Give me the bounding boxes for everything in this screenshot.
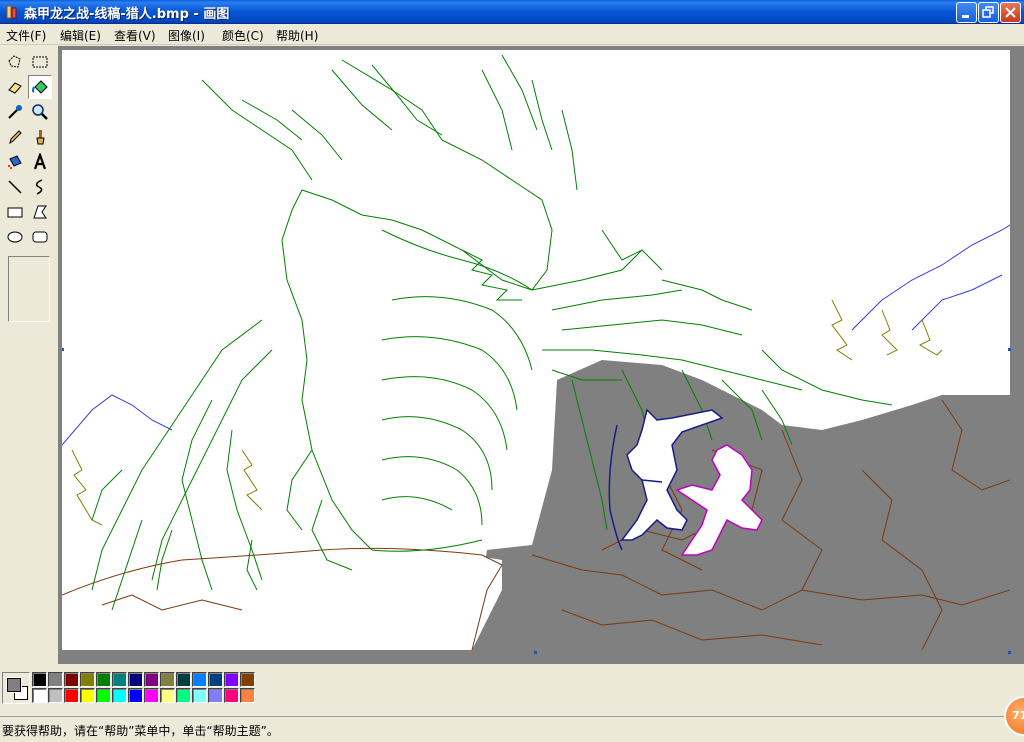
palette-swatch[interactable] — [160, 672, 175, 687]
foreground-color — [7, 678, 21, 692]
palette-swatch[interactable] — [128, 672, 143, 687]
palette-swatch[interactable] — [240, 688, 255, 703]
polygon-icon — [33, 205, 47, 219]
tool-curve[interactable] — [28, 175, 52, 199]
pencil-icon — [9, 130, 22, 145]
palette-swatch[interactable] — [208, 688, 223, 703]
ellipse-icon — [7, 231, 23, 243]
tool-free-form-select[interactable] — [3, 50, 27, 74]
tool-ellipse[interactable] — [3, 225, 27, 249]
status-text: 要获得帮助，请在“帮助”菜单中，单击“帮助主题”。 — [2, 724, 279, 738]
tool-line[interactable] — [3, 175, 27, 199]
fill-bucket-icon — [32, 80, 48, 94]
tool-pencil[interactable] — [3, 125, 27, 149]
menu-edit[interactable]: 编辑(E) — [60, 27, 101, 44]
close-icon — [1005, 7, 1016, 18]
tray-badge-label: 71 — [1012, 709, 1024, 722]
tool-rectangle[interactable] — [3, 200, 27, 224]
close-button[interactable] — [1000, 2, 1021, 23]
tool-text[interactable] — [28, 150, 52, 174]
palette-swatch[interactable] — [192, 688, 207, 703]
rounded-rect-icon — [32, 231, 48, 243]
text-tool-icon — [33, 153, 47, 170]
minimize-icon — [962, 15, 969, 18]
tool-eraser[interactable] — [3, 75, 27, 99]
window-title: 森甲龙之战-线稿-猎人.bmp - 画图 — [24, 7, 230, 22]
palette-swatch[interactable] — [160, 688, 175, 703]
palette-swatch[interactable] — [208, 672, 223, 687]
current-colors[interactable] — [2, 672, 30, 704]
curve-icon — [35, 179, 43, 195]
palette-swatch[interactable] — [80, 672, 95, 687]
palette-swatch[interactable] — [80, 688, 95, 703]
palette-swatch[interactable] — [224, 672, 239, 687]
tool-magnifier[interactable] — [28, 100, 52, 124]
status-bar: 要获得帮助，请在“帮助”菜单中，单击“帮助主题”。 — [0, 716, 1024, 742]
tool-color-picker[interactable] — [3, 100, 27, 124]
tool-rect-select[interactable] — [28, 50, 52, 74]
minimize-button[interactable] — [956, 2, 977, 23]
line-art-image — [62, 54, 1010, 650]
palette-swatch[interactable] — [32, 688, 47, 703]
palette-swatch[interactable] — [224, 688, 239, 703]
color-palette — [0, 668, 1024, 710]
menu-view[interactable]: 查看(V) — [114, 27, 156, 44]
tool-rounded-rect[interactable] — [28, 225, 52, 249]
palette-swatch[interactable] — [64, 672, 79, 687]
restore-icon — [982, 6, 994, 18]
palette-swatch[interactable] — [48, 672, 63, 687]
menu-help[interactable]: 帮助(H) — [276, 27, 318, 44]
palette-swatch[interactable] — [96, 688, 111, 703]
menu-image[interactable]: 图像(I) — [168, 27, 205, 44]
palette-swatch[interactable] — [144, 688, 159, 703]
tool-brush[interactable] — [28, 125, 52, 149]
palette-swatch[interactable] — [96, 672, 111, 687]
title-bar[interactable]: 森甲龙之战-线稿-猎人.bmp - 画图 — [0, 0, 1024, 24]
resize-handle[interactable] — [62, 348, 64, 351]
palette-swatch[interactable] — [112, 688, 127, 703]
eraser-icon — [8, 82, 22, 94]
palette-swatch[interactable] — [176, 672, 191, 687]
menu-file[interactable]: 文件(F) — [6, 27, 46, 44]
palette-swatch[interactable] — [240, 672, 255, 687]
work-area — [58, 46, 1024, 664]
color-picker-icon — [8, 105, 22, 119]
drawing-canvas[interactable] — [62, 50, 1010, 650]
paint-app-icon — [6, 5, 17, 19]
paint-window: 森甲龙之战-线稿-猎人.bmp - 画图 文件(F) 编辑(E) 查看(V) 图… — [0, 0, 1024, 742]
free-form-select-icon — [8, 55, 21, 68]
rectangle-icon — [7, 207, 23, 218]
palette-swatch[interactable] — [32, 672, 47, 687]
tool-polygon[interactable] — [28, 200, 52, 224]
menu-colors[interactable]: 颜色(C) — [222, 27, 264, 44]
restore-button[interactable] — [978, 2, 999, 23]
menu-bar: 文件(F) 编辑(E) 查看(V) 图像(I) 颜色(C) 帮助(H) — [0, 24, 1024, 45]
palette-swatch[interactable] — [112, 672, 127, 687]
tool-options-box[interactable] — [8, 256, 50, 322]
resize-handle-bottom[interactable] — [534, 651, 537, 654]
palette-swatch[interactable] — [176, 688, 191, 703]
tool-fill[interactable] — [28, 75, 52, 99]
resize-handle-right[interactable] — [1008, 348, 1011, 351]
palette-swatch[interactable] — [192, 672, 207, 687]
resize-handle-corner[interactable] — [1008, 651, 1011, 654]
toolbox — [0, 46, 58, 664]
brush-icon — [36, 130, 45, 145]
palette-swatch[interactable] — [64, 688, 79, 703]
palette-swatch[interactable] — [144, 672, 159, 687]
airbrush-icon — [8, 155, 22, 169]
magnifier-icon — [32, 104, 48, 120]
line-icon — [8, 180, 22, 194]
palette-swatch[interactable] — [48, 688, 63, 703]
tool-airbrush[interactable] — [3, 150, 27, 174]
rect-select-icon — [32, 56, 48, 68]
palette-swatch[interactable] — [128, 688, 143, 703]
